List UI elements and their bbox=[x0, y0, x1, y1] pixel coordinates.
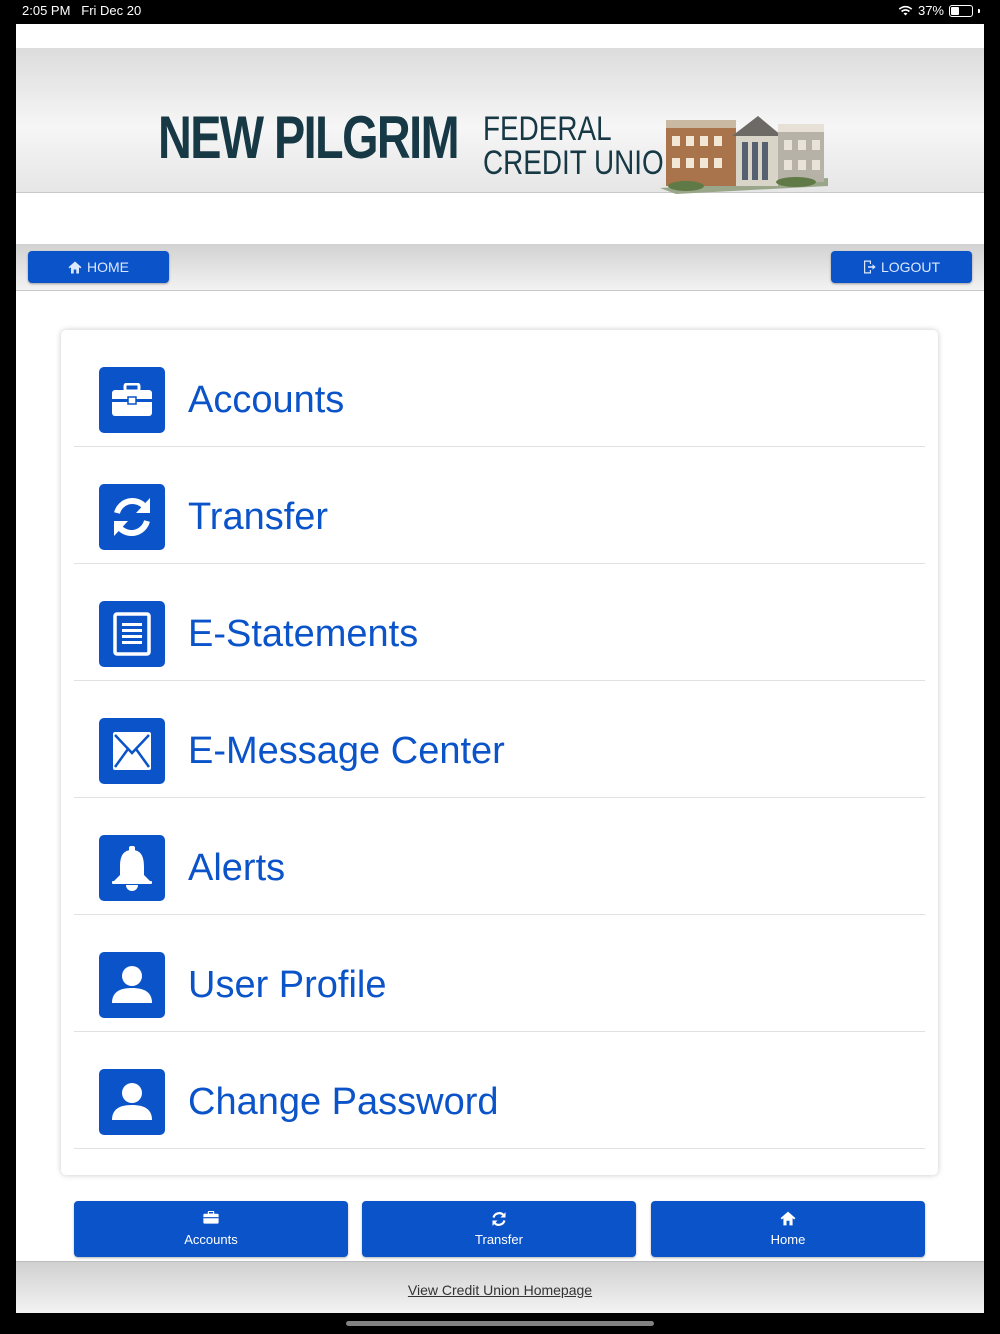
logo-name-main: NEW PILGRIM bbox=[158, 104, 460, 171]
quick-accounts-label: Accounts bbox=[184, 1232, 238, 1247]
document-icon bbox=[113, 612, 151, 656]
status-indicators: 37% bbox=[898, 3, 980, 18]
battery-icon bbox=[949, 4, 973, 17]
wifi-icon bbox=[898, 5, 913, 16]
home-icon bbox=[780, 1211, 796, 1226]
menu-icon-box bbox=[99, 718, 165, 784]
menu-item-change-password[interactable]: Change Password bbox=[74, 1032, 925, 1149]
logout-button[interactable]: LOGOUT bbox=[831, 251, 972, 283]
status-bar: 2:05 PM Fri Dec 20 37% bbox=[0, 0, 1000, 22]
menu-icon-box bbox=[99, 484, 165, 550]
menu-item-label: User Profile bbox=[188, 964, 387, 1006]
quick-transfer-button[interactable]: Transfer bbox=[362, 1201, 636, 1257]
briefcase-icon bbox=[203, 1211, 219, 1224]
menu-item-label: Alerts bbox=[188, 847, 286, 889]
menu-icon-box bbox=[99, 601, 165, 667]
menu-item-transfer[interactable]: Transfer bbox=[74, 447, 925, 564]
header-banner: NEW PILGRIM FEDERAL CREDIT UNION bbox=[16, 48, 984, 194]
battery-tip bbox=[978, 8, 980, 13]
menu-item-label: Accounts bbox=[188, 379, 345, 421]
home-icon bbox=[68, 261, 82, 273]
home-button[interactable]: HOME bbox=[28, 251, 169, 283]
status-time-clock: 2:05 PM bbox=[22, 3, 71, 18]
logo-sub-line2: CREDIT UNION bbox=[483, 144, 684, 182]
bell-icon bbox=[112, 846, 152, 891]
menu-item-label: Change Password bbox=[188, 1081, 499, 1123]
menu-icon-box bbox=[99, 835, 165, 901]
footer-bar: View Credit Union Homepage bbox=[16, 1261, 984, 1313]
user-icon bbox=[112, 1083, 152, 1120]
logo-sub-line1: FEDERAL bbox=[483, 110, 612, 148]
status-time: 2:05 PM Fri Dec 20 bbox=[22, 3, 141, 18]
quick-accounts-button[interactable]: Accounts bbox=[74, 1201, 348, 1257]
menu-item-user-profile[interactable]: User Profile bbox=[74, 915, 925, 1032]
battery-percent: 37% bbox=[917, 3, 944, 18]
logout-icon bbox=[863, 260, 876, 274]
app-window: NEW PILGRIM FEDERAL CREDIT UNION HOME LO… bbox=[16, 24, 984, 1313]
menu-item-e-statements[interactable]: E-Statements bbox=[74, 564, 925, 681]
envelope-icon bbox=[113, 732, 151, 770]
home-button-label: HOME bbox=[87, 259, 129, 275]
refresh-icon bbox=[492, 1212, 506, 1226]
home-indicator-bar[interactable] bbox=[346, 1321, 654, 1326]
briefcase-icon bbox=[112, 383, 152, 416]
menu-icon-box bbox=[99, 1069, 165, 1135]
menu-item-alerts[interactable]: Alerts bbox=[74, 798, 925, 915]
status-date: Fri Dec 20 bbox=[81, 3, 142, 18]
menu-item-label: E-Statements bbox=[188, 613, 419, 655]
top-nav-bar: HOME LOGOUT bbox=[16, 244, 984, 291]
main-menu-card: Accounts Transfer E-Statements E-Message… bbox=[61, 330, 938, 1175]
menu-item-label: E-Message Center bbox=[188, 730, 505, 772]
quick-transfer-label: Transfer bbox=[475, 1232, 523, 1247]
quick-home-label: Home bbox=[770, 1232, 806, 1247]
menu-icon-box bbox=[99, 952, 165, 1018]
quick-home-button[interactable]: Home bbox=[651, 1201, 925, 1257]
refresh-icon bbox=[114, 498, 150, 536]
logo-name-sub: FEDERAL CREDIT UNION bbox=[483, 112, 684, 180]
menu-item-e-message-center[interactable]: E-Message Center bbox=[74, 681, 925, 798]
view-homepage-link[interactable]: View Credit Union Homepage bbox=[16, 1282, 984, 1298]
building-illustration-icon bbox=[660, 116, 828, 194]
user-icon bbox=[112, 966, 152, 1003]
logout-button-label: LOGOUT bbox=[880, 259, 941, 275]
menu-item-label: Transfer bbox=[188, 496, 329, 538]
menu-icon-box bbox=[99, 367, 165, 433]
menu-item-accounts[interactable]: Accounts bbox=[74, 330, 925, 447]
